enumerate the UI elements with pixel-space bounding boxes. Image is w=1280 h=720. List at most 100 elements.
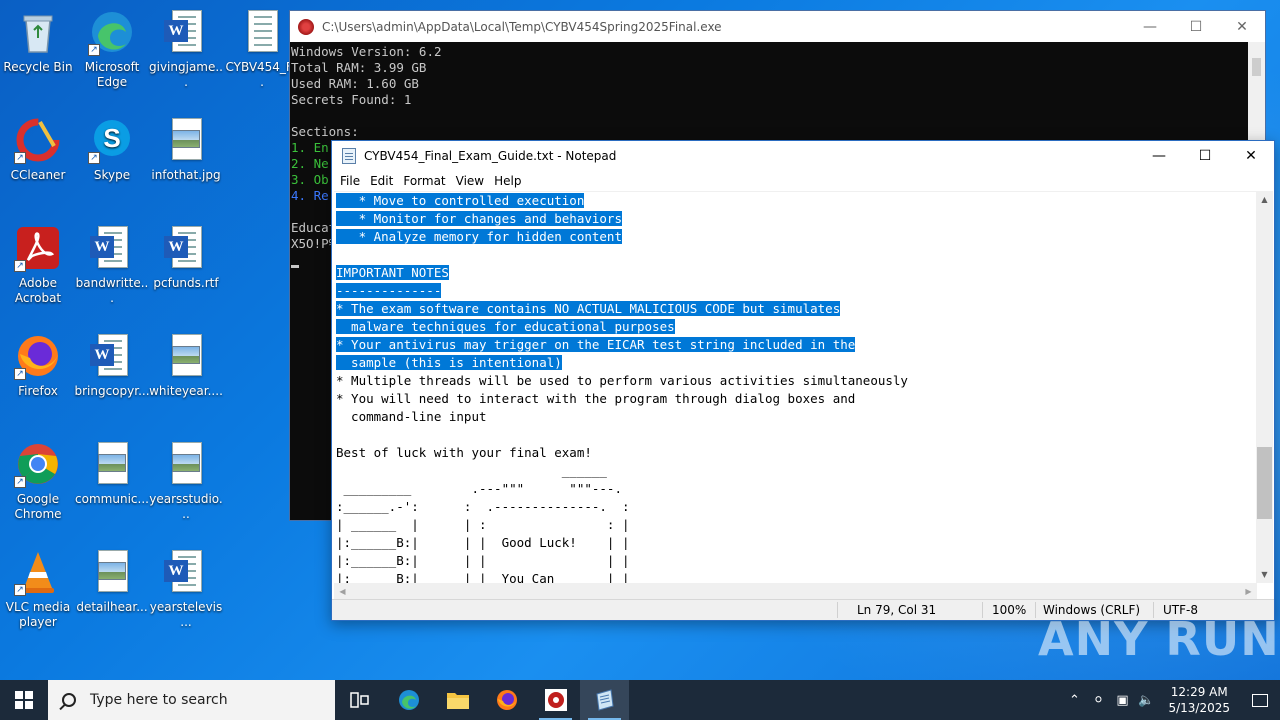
menu-help[interactable]: Help: [489, 174, 526, 188]
chrome-icon: ↗: [14, 440, 62, 488]
selected-text: sample (this is intentional): [336, 355, 562, 370]
notification-icon: [1252, 693, 1268, 707]
desktop-icon-bringcopyr[interactable]: W bringcopyr...: [74, 332, 150, 399]
desktop-icon-firefox[interactable]: ↗ Firefox: [0, 332, 76, 399]
scrollbar-thumb[interactable]: [1257, 447, 1272, 519]
desktop-icon-label: Recycle Bin: [3, 60, 73, 74]
shortcut-arrow-icon: ↗: [14, 476, 26, 488]
menu-format[interactable]: Format: [398, 174, 450, 188]
console-title: C:\Users\admin\AppData\Local\Temp\CYBV45…: [322, 19, 722, 34]
desktop-icon-label: givingjame...: [149, 60, 223, 89]
ccleaner-icon: ↗: [14, 116, 62, 164]
desktop-icon-edge[interactable]: ↗ Microsoft Edge: [74, 8, 150, 90]
selected-text: --------------: [336, 283, 442, 298]
defender-icon[interactable]: ⚪: [1086, 693, 1110, 708]
menu-view[interactable]: View: [451, 174, 489, 188]
malware-app-icon: [298, 18, 314, 35]
console-line: Secrets Found: 1: [291, 92, 412, 107]
task-view-button[interactable]: [335, 680, 384, 720]
selected-text: * Monitor for changes and behaviors: [336, 211, 622, 226]
selected-text: * Your antivirus may trigger on the EICA…: [336, 337, 856, 352]
taskbar-notepad[interactable]: [580, 680, 629, 720]
line-text: |:______B:| | | You Can | |: [336, 571, 630, 583]
text-line: | ______ | | : : |: [334, 516, 1257, 534]
taskbar-malware-console[interactable]: [531, 680, 580, 720]
taskbar-edge[interactable]: [384, 680, 433, 720]
chevron-up-icon[interactable]: ⌃: [1062, 693, 1086, 708]
network-icon[interactable]: ▣: [1110, 693, 1134, 708]
desktop-icon-bandwritte[interactable]: W bandwritte...: [74, 224, 150, 306]
text-line: command-line input: [334, 408, 1257, 426]
horizontal-scrollbar[interactable]: ◀ ▶: [334, 583, 1257, 600]
notepad-window[interactable]: CYBV454_Final_Exam_Guide.txt - Notepad —…: [331, 140, 1275, 621]
close-button[interactable]: ✕: [1219, 11, 1265, 42]
close-button[interactable]: ✕: [1228, 141, 1274, 172]
clock-date: 5/13/2025: [1168, 701, 1230, 715]
folder-icon: [446, 693, 469, 709]
notification-button[interactable]: [1240, 680, 1280, 720]
edge-icon: [398, 690, 419, 710]
desktop-icon-ccleaner[interactable]: ↗ CCleaner: [0, 116, 76, 183]
word-doc-icon: W: [88, 332, 136, 380]
console-line: Used RAM: 1.60 GB: [291, 76, 419, 91]
word-doc-icon: W: [88, 224, 136, 272]
line-text: |:______B:| | | Good Luck! | |: [336, 535, 630, 550]
desktop-icon-yearstelevis[interactable]: W yearstelevis...: [148, 548, 224, 630]
desktop-icon-vlc[interactable]: ↗ VLC media player: [0, 548, 76, 630]
text-line: [334, 426, 1257, 444]
minimize-button[interactable]: —: [1136, 141, 1182, 172]
minimize-button[interactable]: —: [1127, 11, 1173, 42]
clock[interactable]: 12:29 AM 5/13/2025: [1158, 684, 1240, 716]
desktop-icon-recycle-bin[interactable]: Recycle Bin: [0, 8, 76, 75]
scroll-left-icon[interactable]: ◀: [334, 583, 351, 600]
selected-text: * Analyze memory for hidden content: [336, 229, 622, 244]
scroll-down-icon[interactable]: ▼: [1256, 566, 1273, 583]
taskbar-search-box[interactable]: Type here to search: [48, 680, 335, 720]
menu-edit[interactable]: Edit: [365, 174, 398, 188]
volume-icon[interactable]: 🔈: [1134, 693, 1158, 708]
desktop-icon-label: communic...: [75, 492, 149, 506]
scroll-up-icon[interactable]: ▲: [1256, 191, 1273, 208]
text-line: * You will need to interact with the pro…: [334, 390, 1257, 408]
vertical-scrollbar[interactable]: ▲ ▼: [1256, 191, 1273, 583]
desktop-icon-label: pcfunds.rtf: [153, 276, 219, 290]
console-line: Windows Version: 6.2: [291, 44, 442, 59]
notepad-titlebar[interactable]: CYBV454_Final_Exam_Guide.txt - Notepad —…: [332, 141, 1274, 171]
desktop-icon-label: Firefox: [18, 384, 58, 398]
shortcut-arrow-icon: ↗: [88, 152, 100, 164]
console-line: Educat: [291, 220, 337, 235]
desktop-icon-label: bandwritte...: [75, 276, 149, 305]
desktop-icon-label: VLC media player: [5, 600, 71, 629]
desktop-icon-chrome[interactable]: ↗ Google Chrome: [0, 440, 76, 522]
taskbar-firefox[interactable]: [482, 680, 531, 720]
desktop-icon-label: Skype: [93, 168, 131, 182]
desktop-icon-infothat[interactable]: infothat.jpg: [148, 116, 224, 183]
console-line: 2. Ne: [291, 156, 329, 171]
console-titlebar[interactable]: C:\Users\admin\AppData\Local\Temp\CYBV45…: [290, 11, 1265, 42]
maximize-button[interactable]: ☐: [1173, 11, 1219, 42]
desktop-icon-communic[interactable]: communic...: [74, 440, 150, 507]
line-text: | ______ | | : : |: [336, 517, 630, 532]
scrollbar-thumb[interactable]: [1252, 58, 1261, 76]
scroll-right-icon[interactable]: ▶: [1240, 583, 1257, 600]
maximize-button[interactable]: ☐: [1182, 141, 1228, 172]
desktop-icon-skype[interactable]: S ↗ Skype: [74, 116, 150, 183]
desktop-icon-label: Adobe Acrobat: [14, 276, 62, 305]
text-line: * Multiple threads will be used to perfo…: [334, 372, 1257, 390]
desktop-icon-label: yearsstudio...: [149, 492, 223, 521]
selected-text: * Move to controlled execution: [336, 193, 585, 208]
desktop-icon-acrobat[interactable]: ↗ Adobe Acrobat: [0, 224, 76, 306]
windows-logo-icon: [15, 691, 33, 709]
desktop-icon-whiteyear[interactable]: whiteyear....: [148, 332, 224, 399]
desktop-icon-detailhear[interactable]: detailhear...: [74, 548, 150, 615]
text-editor-area[interactable]: * Move to controlled execution * Monitor…: [334, 191, 1257, 583]
desktop-icon-yearsstudio[interactable]: yearsstudio...: [148, 440, 224, 522]
text-line: * Analyze memory for hidden content: [334, 228, 1257, 246]
desktop-icon-givingjame[interactable]: W givingjame...: [148, 8, 224, 90]
image-file-icon: [88, 440, 136, 488]
taskbar-file-explorer[interactable]: [433, 680, 482, 720]
menu-file[interactable]: File: [335, 174, 365, 188]
desktop-icon-pcfunds[interactable]: W pcfunds.rtf: [148, 224, 224, 291]
start-button[interactable]: [0, 680, 48, 720]
text-line: Best of luck with your final exam!: [334, 444, 1257, 462]
